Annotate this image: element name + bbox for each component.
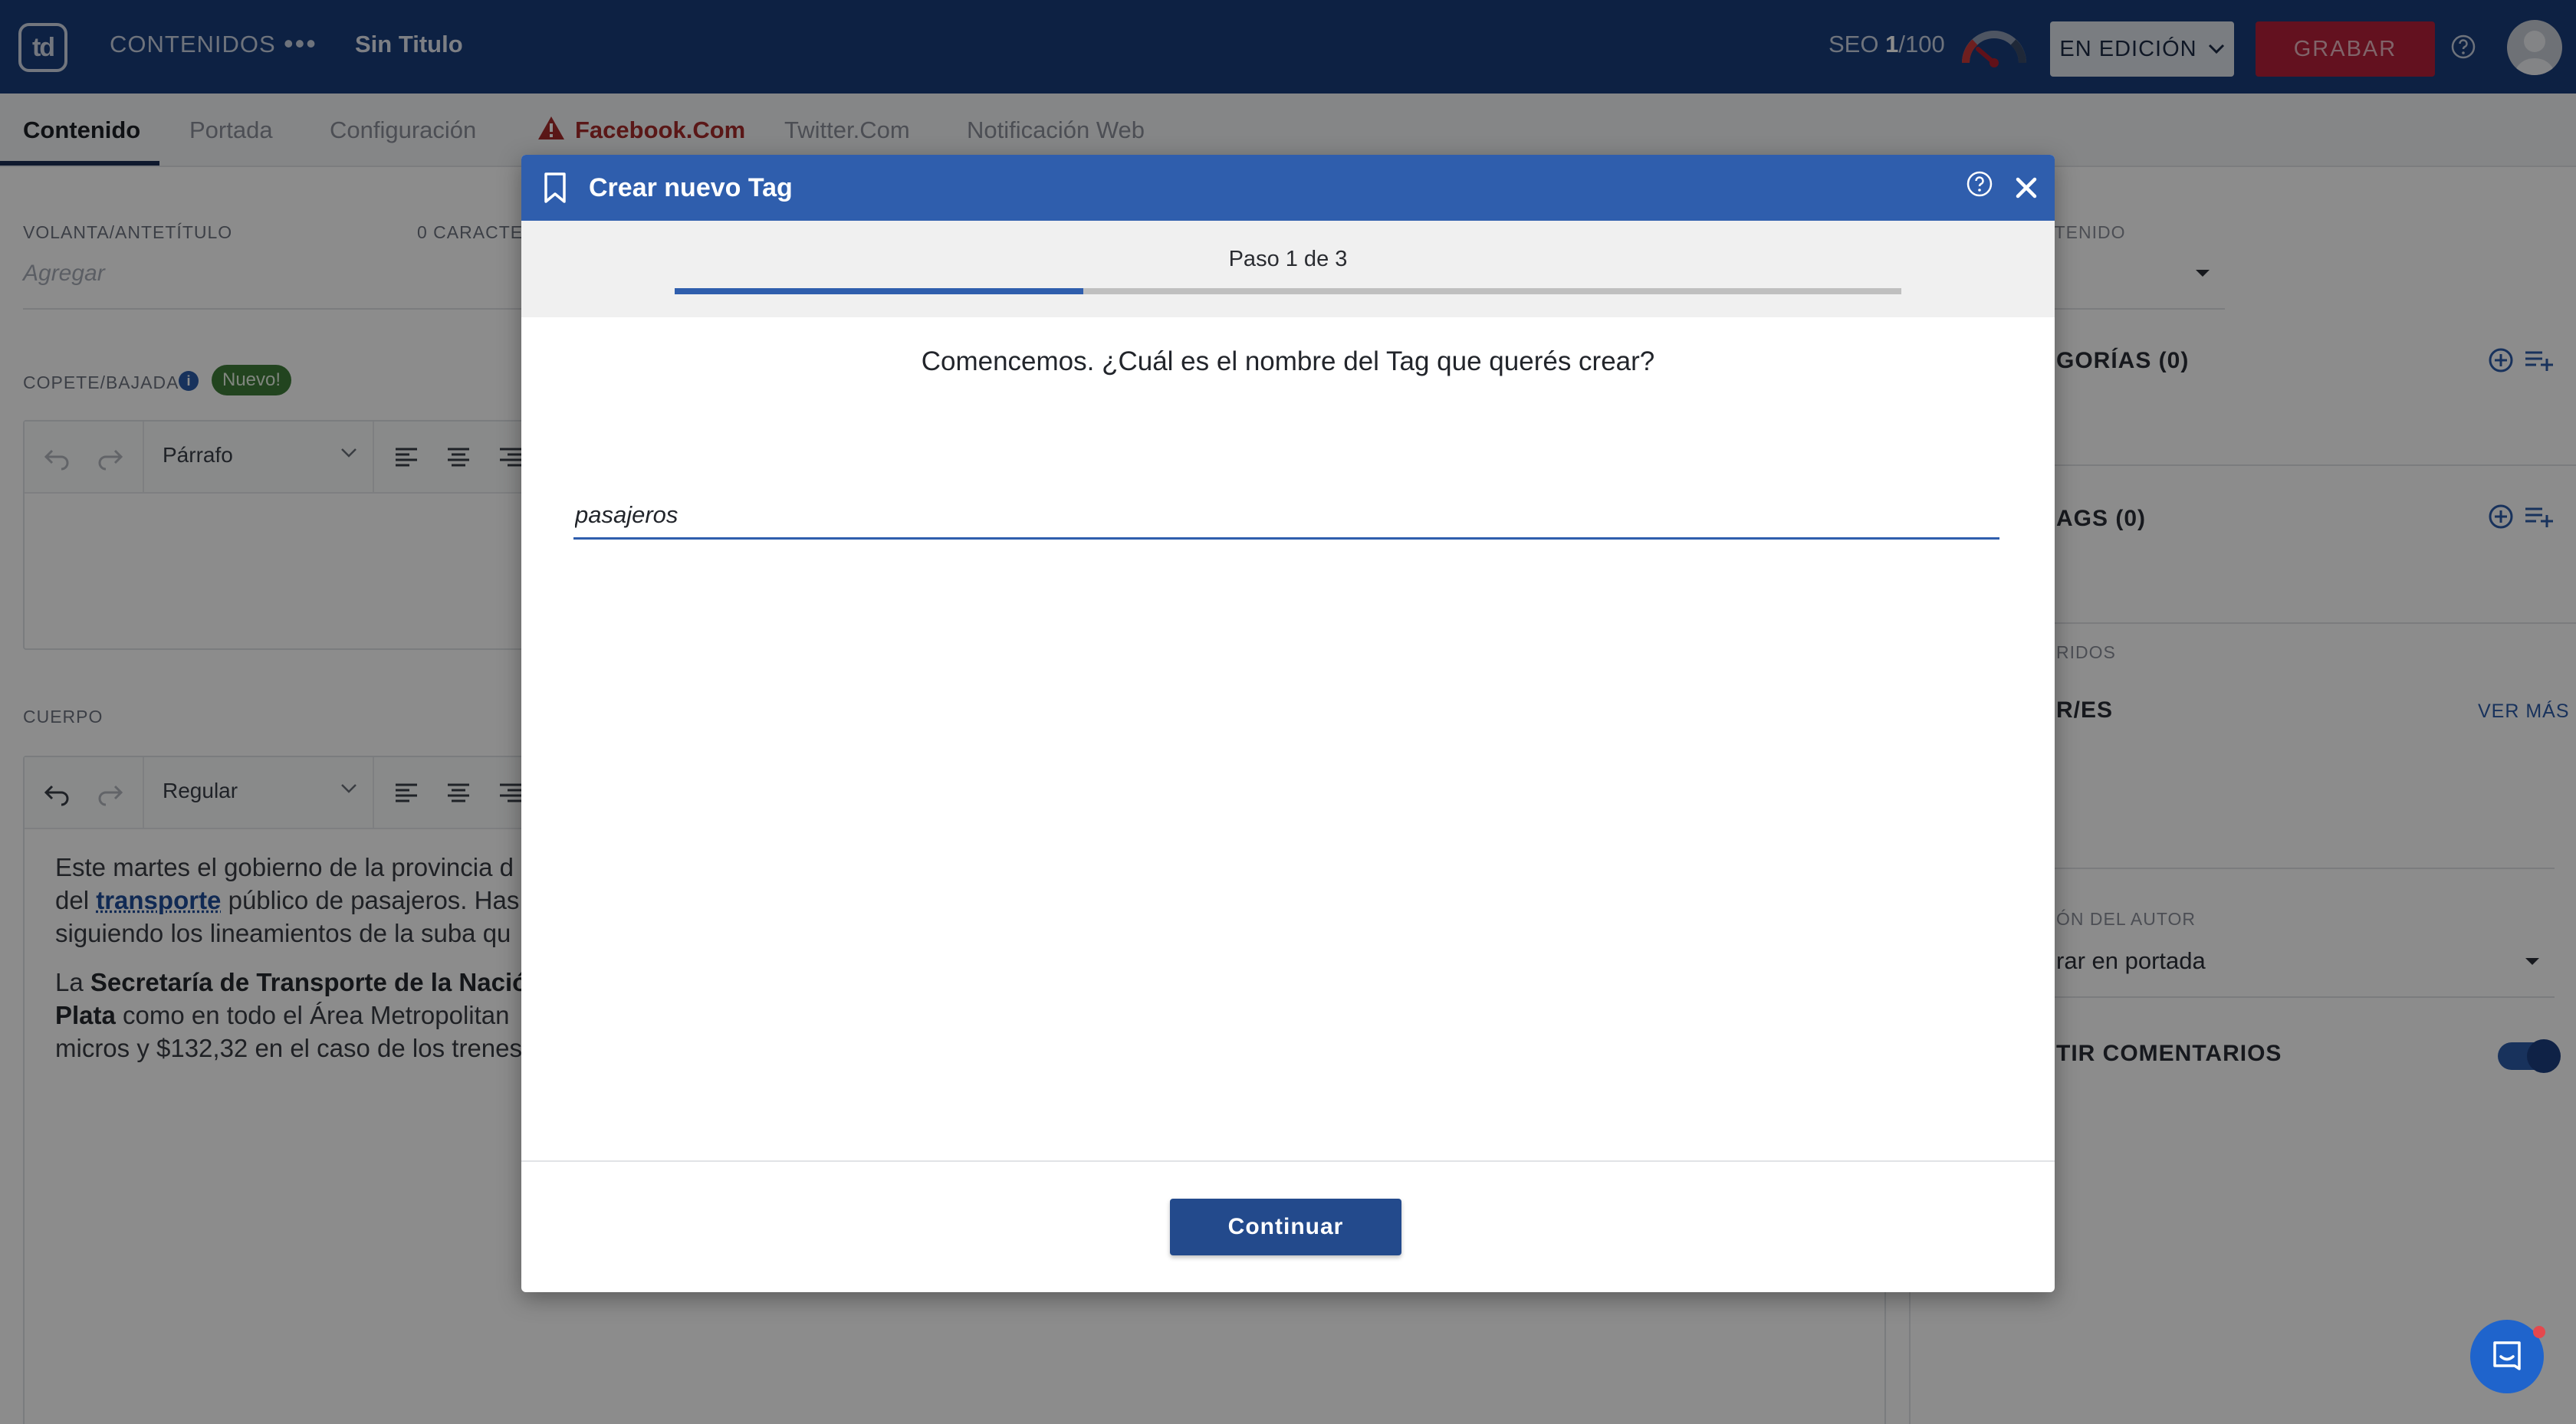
chat-icon <box>2493 1341 2521 1370</box>
bookmark-icon <box>544 172 566 203</box>
tag-name-input[interactable] <box>573 492 1999 540</box>
progress-bar <box>675 288 1901 294</box>
create-tag-modal: Crear nuevo Tag Paso 1 de 3 Comencemos. … <box>521 155 2055 1292</box>
continue-button[interactable]: Continuar <box>1170 1199 1401 1255</box>
close-icon[interactable] <box>2012 173 2041 202</box>
footer-divider <box>521 1160 2055 1162</box>
step-text: Paso 1 de 3 <box>1228 247 1348 271</box>
modal-title: Crear nuevo Tag <box>589 173 793 202</box>
help-circle-icon[interactable] <box>1966 170 1993 198</box>
modal-header: Crear nuevo Tag <box>521 155 2055 221</box>
progress-bar-fill <box>675 288 1084 294</box>
notification-dot <box>2533 1326 2545 1338</box>
step-indicator: Paso 1 de 3 <box>521 221 2055 317</box>
tag-name-question: Comencemos. ¿Cuál es el nombre del Tag q… <box>921 346 1655 376</box>
